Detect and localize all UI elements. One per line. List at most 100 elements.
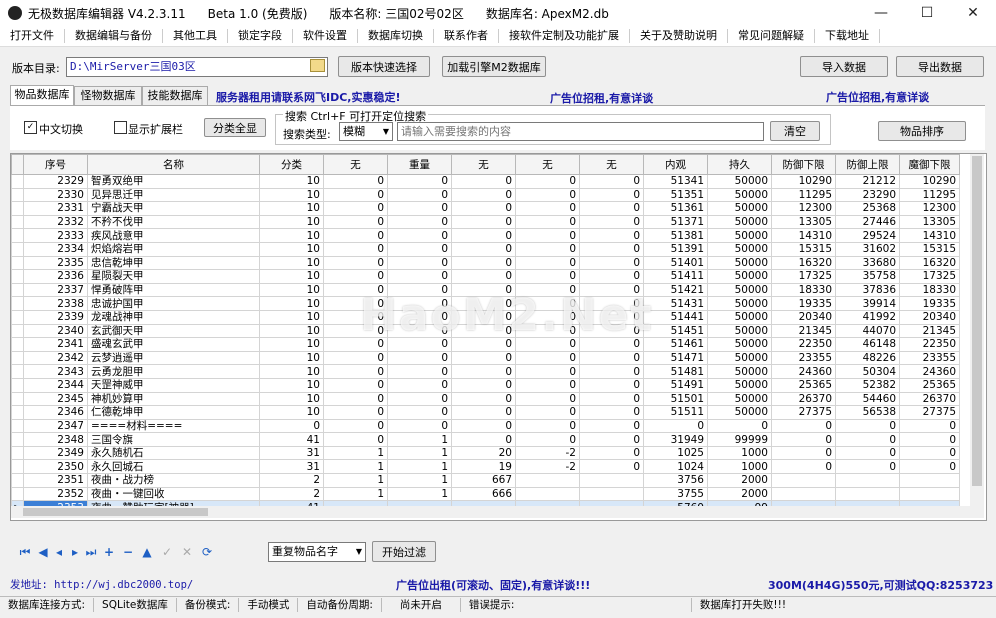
table-cell[interactable]: 10 [259,337,324,352]
table-cell[interactable]: 10 [259,174,324,189]
table-cell[interactable]: 19335 [771,296,836,311]
table-cell[interactable]: 50000 [707,187,772,203]
menu-item-7[interactable]: 接软件定制及功能扩展 [499,29,630,43]
table-cell[interactable]: 0 [515,187,580,203]
maximize-button[interactable]: ☐ [904,0,950,26]
table-cell[interactable]: 0 [451,377,516,393]
table-cell[interactable]: 0 [387,228,452,243]
table-cell[interactable]: 0 [387,350,452,366]
table-cell[interactable]: 24360 [899,364,960,379]
table-cell[interactable]: 0 [323,201,388,216]
table-cell[interactable]: 见异思迁甲 [87,187,260,203]
table-cell[interactable]: 忠信乾坤甲 [87,255,260,271]
column-header[interactable]: 持久 [707,154,772,175]
table-row[interactable]: 2331 宁霸战天甲 10 0 0 0 0 0 51361 50000 12300 25368 1230… [11,201,960,216]
table-cell[interactable]: 23355 [771,350,836,366]
column-header[interactable]: 无 [515,154,580,175]
table-cell[interactable]: 云梦逍遥甲 [87,350,260,366]
table-cell[interactable]: 10290 [899,174,960,189]
table-cell[interactable]: 智勇双绝甲 [87,174,260,189]
export-button[interactable]: 导出数据 [896,56,984,77]
table-cell[interactable]: 17325 [899,269,960,284]
column-header[interactable]: 重量 [387,154,452,175]
table-cell[interactable]: 0 [515,377,580,393]
table-cell[interactable]: 50000 [707,309,772,325]
table-cell[interactable]: 3756 [643,473,708,488]
show-all-button[interactable]: 分类全显 [204,118,266,137]
table-cell[interactable]: 50000 [707,214,772,230]
table-cell[interactable]: 0 [387,391,452,407]
table-row[interactable]: 2344 天罡神威甲 10 0 0 0 0 0 51491 50000 25365 52382 2536… [11,377,960,393]
table-row[interactable]: 2335 忠信乾坤甲 10 0 0 0 0 0 51401 50000 16320 33680 1632… [11,255,960,271]
column-header[interactable]: 防御下限 [771,154,836,175]
table-cell[interactable]: 玄武御天甲 [87,323,260,339]
table-cell[interactable]: 0 [579,364,644,379]
table-cell[interactable]: 0 [323,405,388,420]
table-cell[interactable]: 16320 [771,255,836,271]
table-cell[interactable]: 永久回城石 [87,459,260,475]
table-cell[interactable]: 0 [579,459,644,475]
table-cell[interactable]: 2 [259,486,324,502]
prior-page-icon[interactable]: ◀ [36,545,50,559]
table-row[interactable]: 2345 神机妙算甲 10 0 0 0 0 0 51501 50000 26370 54460 2637… [11,391,960,407]
table-cell[interactable]: 0 [579,241,644,257]
table-cell[interactable]: 0 [387,201,452,216]
table-cell[interactable]: 20340 [899,309,960,325]
clear-button[interactable]: 清空 [770,121,820,141]
table-row[interactable]: 2329 智勇双绝甲 10 0 0 0 0 0 51341 50000 10290 21212 1029… [11,174,960,189]
table-cell[interactable]: 1 [387,459,452,475]
table-cell[interactable]: 21345 [771,323,836,339]
cancel-icon[interactable]: ✕ [180,545,194,559]
column-header[interactable]: 无 [323,154,388,175]
table-cell[interactable]: 13305 [771,214,836,230]
table-cell[interactable]: 0 [451,241,516,257]
table-cell[interactable]: 0 [899,418,960,434]
table-cell[interactable]: 26370 [899,391,960,407]
table-cell[interactable]: 14310 [899,228,960,243]
table-cell[interactable]: 10 [259,228,324,243]
table-cell[interactable]: 2331 [23,201,88,216]
table-row[interactable]: 2333 疾风战意甲 10 0 0 0 0 0 51381 50000 14310 29524 1431… [11,228,960,243]
table-cell[interactable]: 0 [451,391,516,407]
table-row[interactable]: 2349 永久随机石 31 1 1 20 -2 0 1025 1000 0 0 0 [11,445,960,461]
table-cell[interactable]: 0 [707,418,772,434]
table-cell[interactable]: 666 [451,486,516,502]
table-cell[interactable]: 0 [451,364,516,379]
table-cell[interactable]: 50000 [707,364,772,379]
column-header[interactable]: 防御上限 [835,154,900,175]
table-cell[interactable]: 51511 [643,405,708,420]
post-icon[interactable]: ✓ [160,545,174,559]
table-cell[interactable]: 12300 [771,201,836,216]
table-cell[interactable]: 25365 [771,377,836,393]
table-cell[interactable]: 1 [387,445,452,461]
table-cell[interactable]: 0 [771,432,836,447]
table-cell[interactable]: 0 [579,432,644,447]
table-cell[interactable]: 天罡神威甲 [87,377,260,393]
table-cell[interactable]: 0 [771,418,836,434]
table-cell[interactable]: 0 [323,187,388,203]
table-cell[interactable] [899,473,960,488]
table-cell[interactable] [771,473,836,488]
table-cell[interactable]: 0 [515,405,580,420]
table-cell[interactable]: 2344 [23,377,88,393]
table-cell[interactable]: 疾风战意甲 [87,228,260,243]
table-row[interactable]: 2347 ====材料==== 0 0 0 0 0 0 0 0 0 0 0 [11,418,960,434]
table-cell[interactable] [835,486,900,502]
column-header[interactable]: 分类 [259,154,324,175]
table-row[interactable]: 2351 夜曲・战力榜 2 1 1 667 3756 2000 [11,473,960,488]
table-cell[interactable]: ====材料==== [87,418,260,434]
table-cell[interactable] [899,486,960,502]
table-cell[interactable]: -2 [515,459,580,475]
table-cell[interactable]: 10290 [771,174,836,189]
table-cell[interactable]: 35758 [835,269,900,284]
table-cell[interactable]: 2350 [23,459,88,475]
table-cell[interactable]: 10 [259,377,324,393]
table-cell[interactable]: 50000 [707,228,772,243]
table-cell[interactable]: 51371 [643,214,708,230]
table-cell[interactable]: 21345 [899,323,960,339]
menu-item-5[interactable]: 数据库切换 [358,29,434,43]
table-cell[interactable]: 46148 [835,337,900,352]
table-cell[interactable]: 0 [451,418,516,434]
menu-item-8[interactable]: 关于及赞助说明 [630,29,728,43]
table-cell[interactable]: 23355 [899,350,960,366]
